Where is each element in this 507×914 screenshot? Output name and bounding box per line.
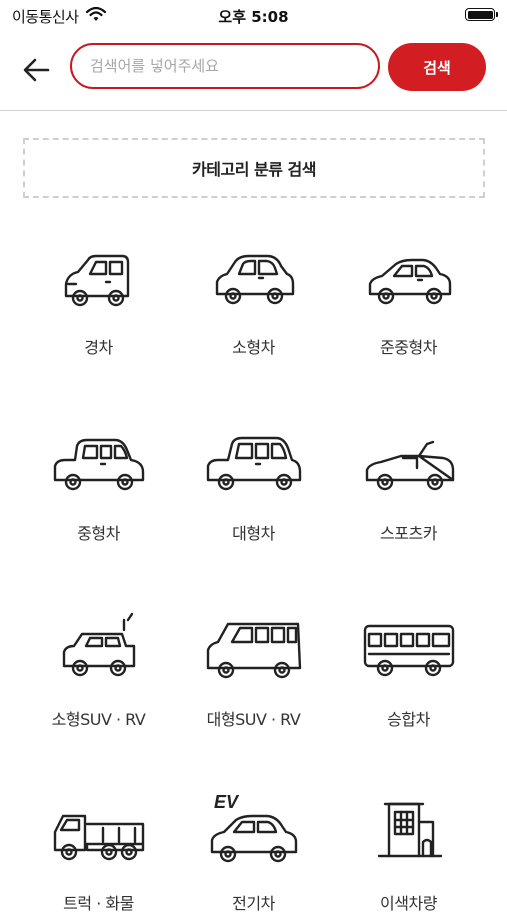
bus-icon <box>363 624 454 677</box>
building-icon <box>377 802 442 858</box>
category-label: 트럭 · 화물 <box>63 894 134 913</box>
sports-car-icon <box>365 440 454 491</box>
category-search-button[interactable]: 카테고리 분류 검색 <box>23 138 485 198</box>
category-label: 대형SUV · RV <box>206 710 301 729</box>
search-button[interactable]: 검색 <box>388 43 486 91</box>
category-label: 소형차 <box>232 338 275 357</box>
truck-icon <box>53 814 144 861</box>
category-label: 중형차 <box>77 524 120 543</box>
category-truck[interactable]: 트럭 · 화물 <box>14 794 183 914</box>
electric-car-icon: EV <box>210 794 297 863</box>
category-search-label: 카테고리 분류 검색 <box>192 160 316 179</box>
category-bus[interactable]: 승합차 <box>324 610 493 730</box>
midsize-car-icon <box>53 438 144 491</box>
compact-car-icon <box>368 258 451 305</box>
search-header: 검색 <box>0 30 507 111</box>
category-label: 소형SUV · RV <box>51 710 146 729</box>
category-compact-car[interactable]: 준중형차 <box>324 238 493 358</box>
category-large-car[interactable]: 대형차 <box>169 424 338 544</box>
large-car-icon <box>206 436 301 491</box>
battery-icon <box>465 8 498 21</box>
category-special-vehicle[interactable]: 이색차량 <box>324 794 493 914</box>
back-arrow-icon[interactable] <box>18 52 54 88</box>
category-label: 승합차 <box>387 710 430 729</box>
category-label: 준중형차 <box>380 338 437 357</box>
category-sports-car[interactable]: 스포츠카 <box>324 424 493 544</box>
small-suv-icon <box>62 612 135 677</box>
category-label: 이색차량 <box>380 894 437 913</box>
category-label: 스포츠카 <box>380 524 437 543</box>
small-car-icon <box>215 254 294 305</box>
category-small-suv[interactable]: 소형SUV · RV <box>14 610 183 730</box>
large-suv-icon <box>206 622 301 679</box>
category-label: 전기차 <box>232 894 275 913</box>
category-small-car[interactable]: 소형차 <box>169 238 338 358</box>
category-label: 대형차 <box>232 524 275 543</box>
category-electric-car[interactable]: EV 전기차 <box>169 794 338 914</box>
status-bar: 이동통신사 오후 5:08 <box>0 0 507 30</box>
category-large-suv[interactable]: 대형SUV · RV <box>169 610 338 730</box>
category-midsize-car[interactable]: 중형차 <box>14 424 183 544</box>
search-input[interactable] <box>70 43 380 89</box>
ev-badge: EV <box>214 794 240 812</box>
mini-car-icon <box>64 254 129 307</box>
category-label: 경차 <box>84 338 113 357</box>
category-mini-car[interactable]: 경차 <box>14 238 183 358</box>
clock: 오후 5:08 <box>218 8 289 26</box>
